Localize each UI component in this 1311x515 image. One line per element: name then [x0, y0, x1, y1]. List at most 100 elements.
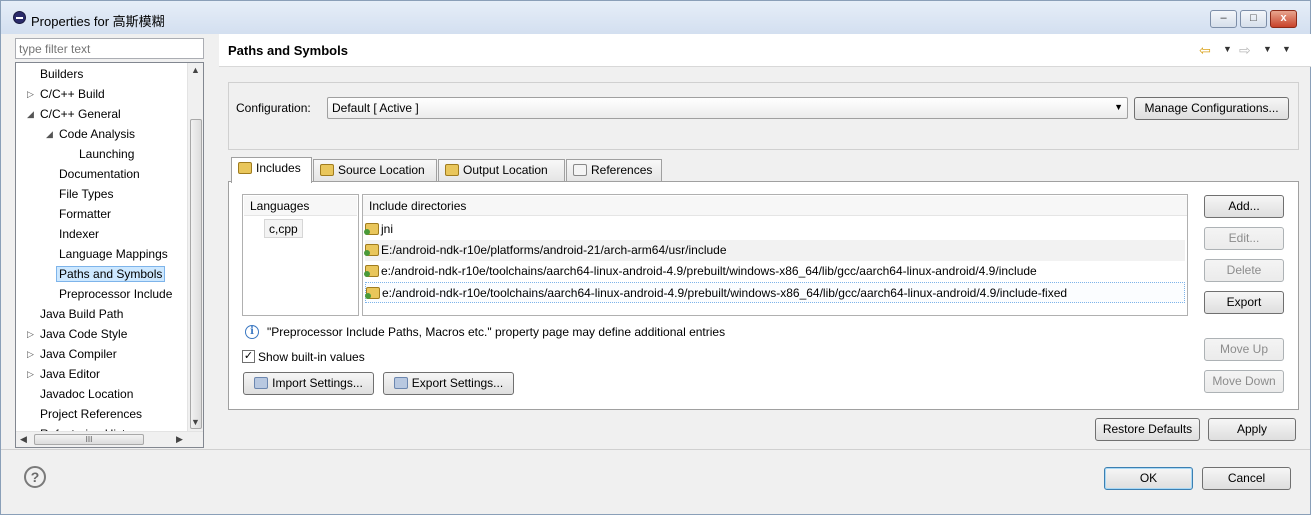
scroll-down-icon[interactable]: ▼: [191, 417, 200, 427]
scroll-up-icon[interactable]: ▲: [191, 65, 200, 75]
expand-arrow-icon[interactable]: ▷: [27, 364, 34, 384]
help-icon[interactable]: ?: [24, 466, 46, 488]
expand-arrow-icon[interactable]: ▷: [27, 84, 34, 104]
tree-item-label: Documentation: [59, 167, 140, 181]
forward-arrow-icon[interactable]: ⇨: [1239, 42, 1251, 59]
restore-defaults-button[interactable]: Restore Defaults: [1095, 418, 1200, 441]
back-menu-chevron-icon[interactable]: ▼: [1223, 44, 1232, 54]
languages-column-header[interactable]: Languages: [244, 196, 357, 216]
include-dir-row[interactable]: e:/android-ndk-r10e/toolchains/aarch64-l…: [365, 282, 1185, 303]
tab-output-location[interactable]: Output Location: [438, 159, 565, 182]
apply-button[interactable]: Apply: [1208, 418, 1296, 441]
tree-item[interactable]: Language Mappings: [59, 244, 168, 264]
export-button[interactable]: Export: [1204, 291, 1284, 314]
tree-vertical-scrollbar[interactable]: ▲ ▼: [187, 63, 203, 431]
close-button[interactable]: x: [1270, 10, 1297, 28]
expand-arrow-icon[interactable]: ▷: [27, 344, 34, 364]
include-dir-path: e:/android-ndk-r10e/toolchains/aarch64-l…: [381, 264, 1037, 278]
back-arrow-icon[interactable]: ⇦: [1199, 42, 1211, 59]
include-dir-row[interactable]: jni: [364, 219, 1185, 240]
collapse-arrow-icon[interactable]: ◢: [27, 104, 34, 124]
tree-vscroll-thumb[interactable]: [190, 119, 202, 429]
include-directories-column-header[interactable]: Include directories: [363, 196, 1187, 216]
tree-list: Builders ▷ C/C++ Build ◢ C/C++ General ◢ Code …: [16, 63, 188, 431]
info-message: "Preprocessor Include Paths, Macros etc.…: [267, 325, 726, 339]
tree-item[interactable]: Project References: [40, 404, 142, 424]
filter-input[interactable]: [15, 38, 204, 59]
tree-item-label: Java Compiler: [40, 347, 117, 361]
minimize-button[interactable]: –: [1210, 10, 1237, 28]
import-settings-button[interactable]: Import Settings...: [243, 372, 374, 395]
scroll-right-icon[interactable]: ▶: [176, 434, 183, 445]
page-title: Paths and Symbols: [228, 43, 348, 58]
include-folder-icon: [364, 265, 379, 277]
tree-item-label: Java Build Path: [40, 307, 124, 321]
delete-button[interactable]: Delete: [1204, 259, 1284, 282]
edit-button[interactable]: Edit...: [1204, 227, 1284, 250]
tree-item[interactable]: Javadoc Location: [40, 384, 133, 404]
tree-item[interactable]: Indexer: [59, 224, 99, 244]
tree-item[interactable]: ▷ Java Compiler: [27, 344, 117, 364]
tree-item[interactable]: Refactoring History: [40, 424, 142, 431]
forward-menu-chevron-icon[interactable]: ▼: [1263, 44, 1272, 54]
tab-label: References: [591, 163, 653, 177]
maximize-button[interactable]: □: [1240, 10, 1267, 28]
include-dir-path: e:/android-ndk-r10e/toolchains/aarch64-l…: [382, 286, 1068, 300]
tree-item-label: File Types: [59, 187, 114, 201]
show-builtin-label[interactable]: Show built-in values: [258, 350, 365, 364]
tree-item[interactable]: Java Build Path: [40, 304, 123, 324]
tree-item-label: Javadoc Location: [40, 387, 134, 401]
tree-item-label: Preprocessor Include: [59, 287, 173, 301]
tree-item[interactable]: Documentation: [59, 164, 140, 184]
tree-horizontal-scrollbar[interactable]: ◀ III ▶: [16, 431, 203, 447]
include-dir-row[interactable]: e:/android-ndk-r10e/toolchains/aarch64-l…: [364, 261, 1185, 282]
tree-item-label: Language Mappings: [59, 247, 168, 261]
move-down-button[interactable]: Move Down: [1204, 370, 1284, 393]
tab-includes[interactable]: Includes: [231, 157, 312, 183]
tree-item[interactable]: ◢ Code Analysis: [46, 124, 136, 144]
tree-item-label: Indexer: [59, 227, 100, 241]
configuration-label: Configuration:: [236, 101, 311, 115]
include-dir-row[interactable]: E:/android-ndk-r10e/platforms/android-21…: [364, 240, 1185, 261]
configuration-select[interactable]: Default [ Active ] ▼: [327, 97, 1128, 119]
tree-item[interactable]: ◢ C/C++ General: [27, 104, 121, 124]
includes-folder-icon: [238, 162, 252, 174]
tree-item-label: Code Analysis: [59, 127, 136, 141]
manage-configurations-button[interactable]: Manage Configurations...: [1134, 97, 1289, 120]
ok-button[interactable]: OK: [1104, 467, 1193, 490]
tree-item[interactable]: Builders: [40, 64, 83, 84]
tree-item[interactable]: ▷ Java Editor: [27, 364, 101, 384]
include-dir-path: jni: [381, 222, 394, 236]
show-builtin-checkbox[interactable]: ✓: [242, 350, 255, 363]
tree-item-label: Java Editor: [40, 367, 101, 381]
property-tree: Builders ▷ C/C++ Build ◢ C/C++ General ◢ Code …: [15, 62, 204, 448]
tree-item-label: Launching: [79, 147, 135, 161]
tree-item-label: C/C++ General: [40, 107, 121, 121]
move-up-button[interactable]: Move Up: [1204, 338, 1284, 361]
tree-item-label: Builders: [40, 67, 84, 81]
collapse-arrow-icon[interactable]: ◢: [46, 124, 53, 144]
tree-item[interactable]: Launching: [79, 144, 134, 164]
tree-item[interactable]: ▷ C/C++ Build: [27, 84, 105, 104]
export-settings-button[interactable]: Export Settings...: [383, 372, 514, 395]
tab-source-location[interactable]: Source Location: [313, 159, 437, 182]
include-folder-icon: [364, 244, 379, 256]
view-menu-chevron-icon[interactable]: ▼: [1282, 44, 1291, 54]
tree-item[interactable]: Formatter: [59, 204, 111, 224]
tree-hscroll-thumb[interactable]: III: [34, 434, 144, 445]
tree-item[interactable]: ▷ Java Code Style: [27, 324, 128, 344]
add-button[interactable]: Add...: [1204, 195, 1284, 218]
tree-item-label: Java Code Style: [40, 327, 128, 341]
eclipse-icon: [13, 11, 26, 24]
tree-item[interactable]: File Types: [59, 184, 113, 204]
import-settings-icon: [254, 377, 269, 389]
tab-references[interactable]: References: [566, 159, 662, 182]
tree-item[interactable]: Paths and Symbols: [56, 264, 166, 284]
language-item[interactable]: c,cpp: [264, 219, 303, 238]
tree-item[interactable]: Preprocessor Include: [59, 284, 172, 304]
cancel-button[interactable]: Cancel: [1202, 467, 1291, 490]
source-folder-icon: [320, 164, 334, 176]
chevron-down-icon: ▼: [1114, 102, 1123, 112]
scroll-left-icon[interactable]: ◀: [20, 434, 27, 445]
expand-arrow-icon[interactable]: ▷: [27, 324, 34, 344]
